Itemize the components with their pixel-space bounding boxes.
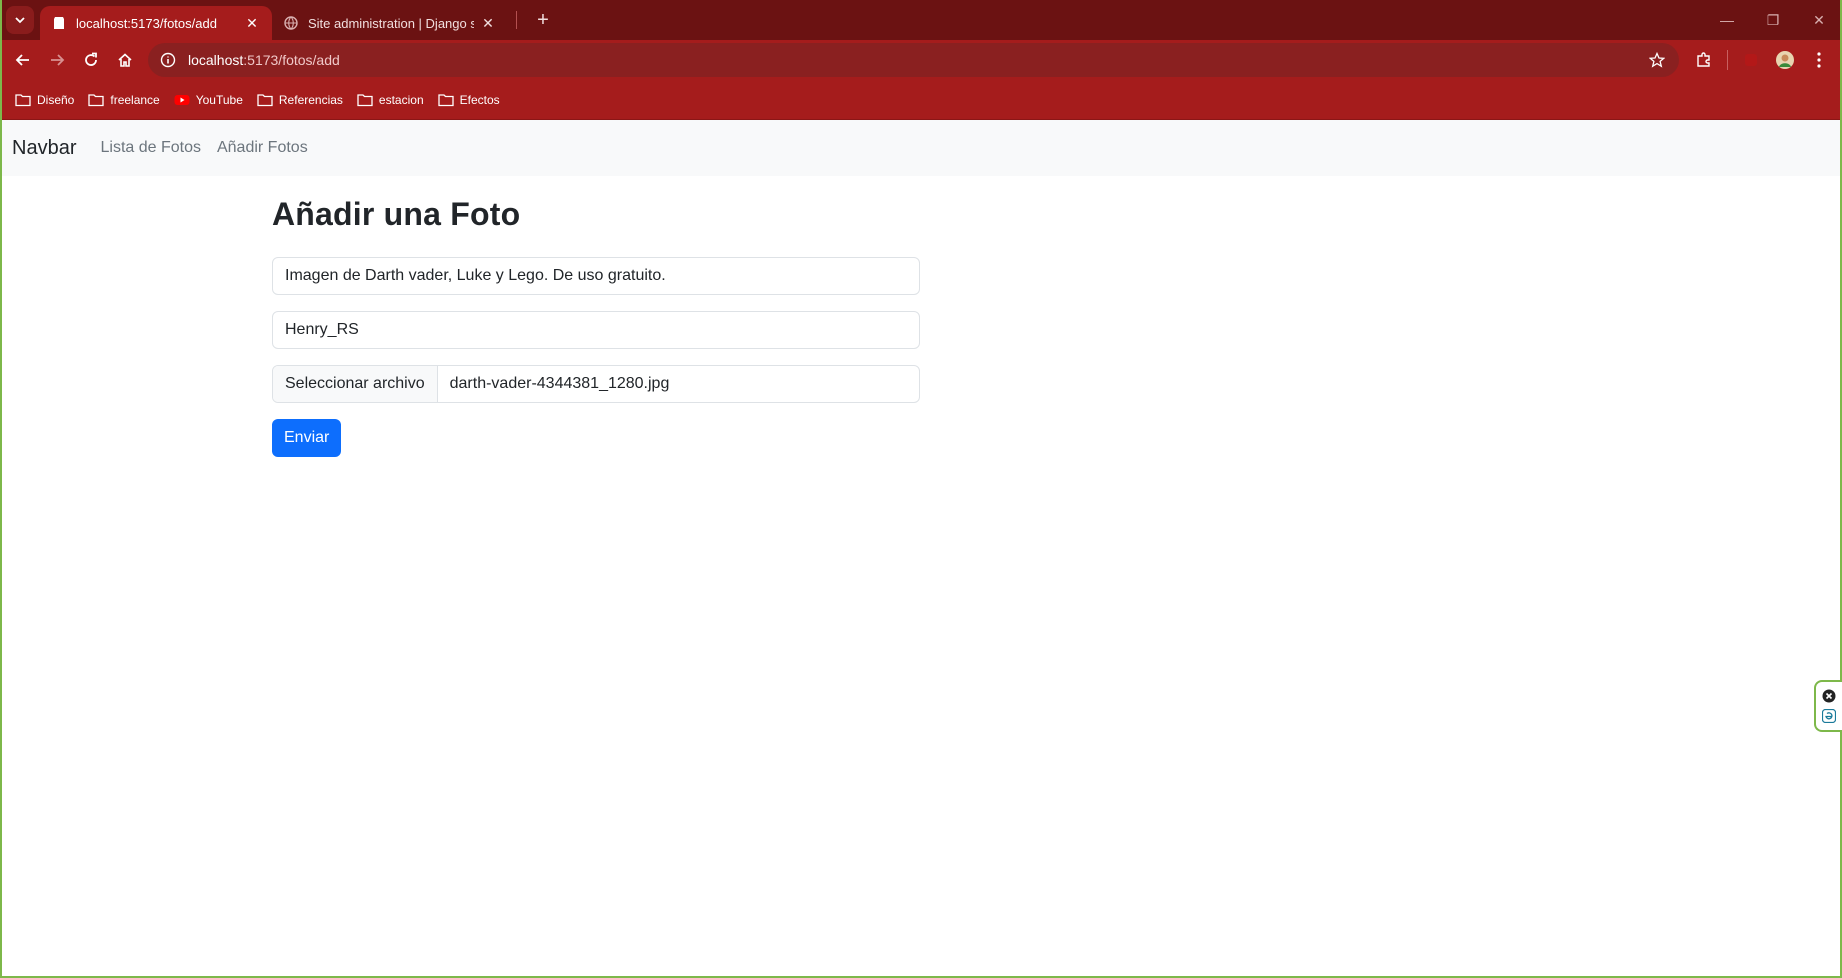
description-input[interactable]: Imagen de Darth vader, Luke y Lego. De u… bbox=[272, 257, 920, 295]
menu-button[interactable] bbox=[1802, 43, 1836, 77]
folder-icon bbox=[357, 93, 373, 106]
back-button[interactable] bbox=[6, 43, 40, 77]
bookmark-star-icon[interactable] bbox=[1645, 48, 1669, 72]
tab-search-button[interactable] bbox=[6, 6, 34, 34]
tab-title: localhost:5173/fotos/add bbox=[76, 15, 217, 31]
bookmark-label: Diseño bbox=[37, 92, 75, 107]
bookmark-label: estacion bbox=[378, 92, 424, 107]
select-file-button[interactable]: Seleccionar archivo bbox=[273, 366, 438, 402]
close-window-button[interactable]: ✕ bbox=[1796, 0, 1842, 40]
bookmark-label: YouTube bbox=[195, 92, 243, 107]
nav-link-anadir-fotos[interactable]: Añadir Fotos bbox=[217, 139, 308, 157]
url-host: localhost bbox=[188, 52, 244, 68]
chevron-down-icon bbox=[15, 17, 25, 24]
tab-separator bbox=[516, 11, 517, 29]
arrow-left-icon bbox=[15, 54, 29, 66]
navbar-brand[interactable]: Navbar bbox=[12, 137, 76, 160]
side-extension-widget bbox=[1814, 680, 1842, 732]
avatar-icon bbox=[1776, 51, 1794, 69]
bookmark-referencias[interactable]: Referencias bbox=[250, 86, 350, 114]
bookmark-label: freelance bbox=[110, 92, 160, 107]
page-title: Añadir una Foto bbox=[272, 196, 521, 232]
reload-button[interactable] bbox=[74, 43, 108, 77]
forward-button[interactable] bbox=[40, 43, 74, 77]
bookmark-label: Efectos bbox=[459, 92, 500, 107]
home-button[interactable] bbox=[108, 43, 142, 77]
site-info-icon[interactable] bbox=[158, 50, 178, 70]
bookmarks-bar: Diseño freelance YouTube Referencias est… bbox=[0, 80, 1842, 120]
close-tab-icon[interactable]: ✕ bbox=[244, 15, 260, 31]
folder-icon bbox=[437, 93, 454, 106]
extensions-button[interactable] bbox=[1687, 43, 1721, 77]
bookmark-freelance[interactable]: freelance bbox=[81, 86, 166, 114]
reload-icon bbox=[85, 52, 97, 66]
nav-link-lista-fotos[interactable]: Lista de Fotos bbox=[100, 139, 201, 157]
arrow-right-icon bbox=[51, 54, 65, 66]
globe-icon bbox=[284, 16, 298, 30]
folder-icon bbox=[257, 93, 273, 106]
submit-button[interactable]: Enviar bbox=[272, 419, 342, 457]
puzzle-icon bbox=[1697, 52, 1710, 67]
author-input[interactable]: Henry_RS bbox=[272, 311, 920, 349]
author-value: Henry_RS bbox=[285, 321, 359, 338]
tab-title: Site administration | Django site bbox=[308, 15, 474, 31]
selected-file-name: darth-vader-4344381_1280.jpg bbox=[449, 375, 670, 392]
bookmark-diseno[interactable]: Diseño bbox=[8, 86, 81, 114]
minimize-button[interactable]: — bbox=[1704, 0, 1750, 40]
home-icon bbox=[118, 53, 132, 67]
restore-button[interactable]: ❐ bbox=[1750, 0, 1796, 40]
browser-toolbar: localhost:5173/fotos/add bbox=[0, 40, 1842, 80]
tab-strip: localhost:5173/fotos/add ✕ Site administ… bbox=[0, 0, 1842, 40]
profile-button[interactable] bbox=[1768, 43, 1802, 77]
page-favicon-icon bbox=[54, 17, 64, 29]
e-letter-icon[interactable] bbox=[1822, 709, 1836, 723]
description-value: Imagen de Darth vader, Luke y Lego. De u… bbox=[285, 267, 666, 284]
form-container: Añadir una Foto Imagen de Darth vader, L… bbox=[272, 196, 920, 457]
tab-fotos-add[interactable]: localhost:5173/fotos/add ✕ bbox=[40, 6, 272, 40]
extension-icon bbox=[1745, 54, 1757, 66]
new-tab-button[interactable]: + bbox=[531, 9, 555, 32]
url-path: :5173/fotos/add bbox=[243, 52, 340, 68]
extension-slot-button[interactable] bbox=[1734, 43, 1768, 77]
address-bar[interactable]: localhost:5173/fotos/add bbox=[148, 43, 1679, 77]
folder-icon bbox=[88, 93, 105, 106]
file-input[interactable]: Seleccionar archivo darth-vader-4344381_… bbox=[272, 365, 920, 403]
bookmark-label: Referencias bbox=[278, 92, 343, 107]
close-circle-icon[interactable] bbox=[1822, 689, 1836, 703]
folder-icon bbox=[15, 93, 31, 106]
close-tab-icon[interactable]: ✕ bbox=[480, 15, 496, 31]
bookmark-estacion[interactable]: estacion bbox=[350, 86, 431, 114]
toolbar-divider bbox=[1727, 50, 1728, 70]
kebab-menu-icon bbox=[1817, 52, 1821, 68]
bookmark-efectos[interactable]: Efectos bbox=[431, 86, 507, 114]
tab-django-admin[interactable]: Site administration | Django site ✕ bbox=[272, 6, 508, 40]
bookmark-youtube[interactable]: YouTube bbox=[167, 86, 250, 114]
youtube-icon bbox=[174, 94, 190, 105]
app-navbar: Navbar Lista de Fotos Añadir Fotos bbox=[0, 120, 1842, 176]
